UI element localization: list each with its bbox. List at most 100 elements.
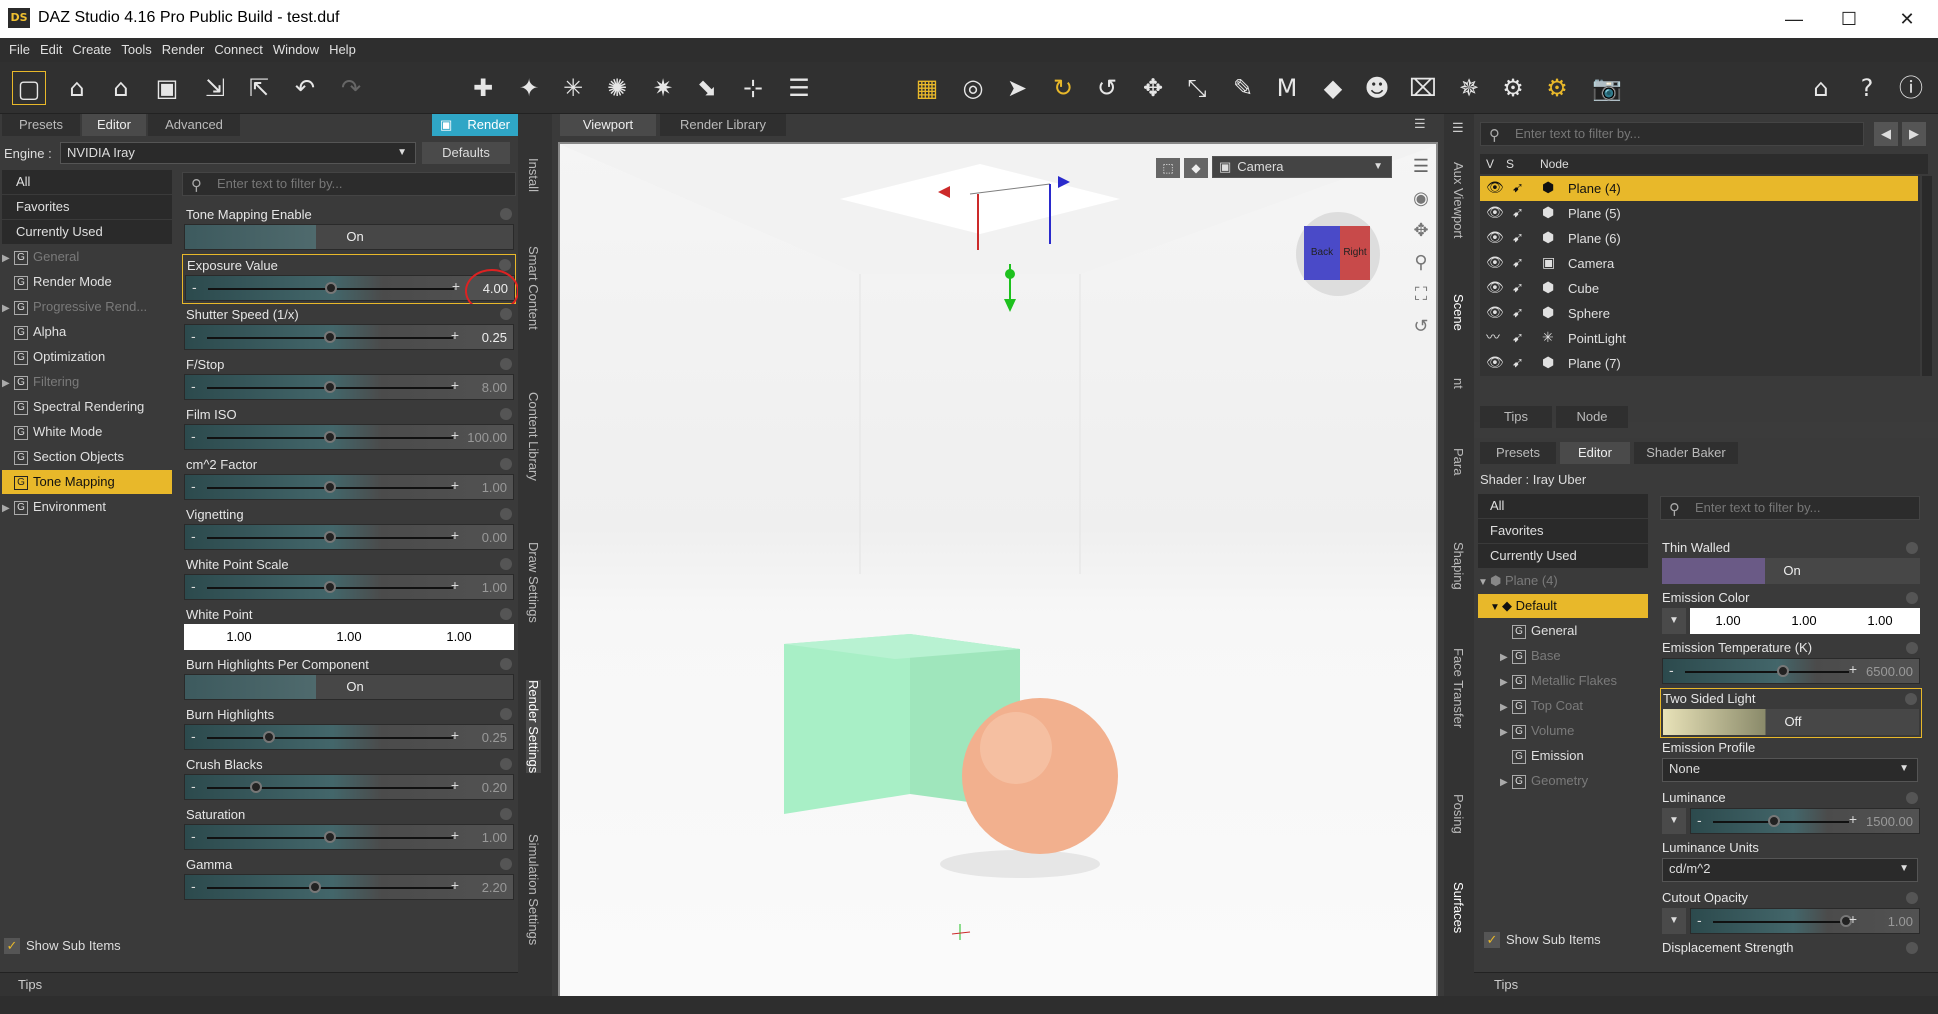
surface-group-geometry[interactable]: ▶ G Geometry	[1478, 769, 1648, 793]
back-arrow-icon[interactable]: ◀	[1874, 122, 1898, 146]
property-filter-input[interactable]: ⚲ Enter text to filter by...	[182, 172, 516, 196]
slider-knob[interactable]	[325, 282, 337, 294]
thin-walled-toggle[interactable]: On	[1662, 558, 1920, 584]
slider-knob[interactable]	[1777, 665, 1790, 677]
select-icon[interactable]: ➹	[1512, 226, 1524, 251]
slider-knob[interactable]	[1768, 815, 1781, 827]
side-tab-draw-settings[interactable]: Draw Settings	[526, 542, 541, 623]
gear-icon[interactable]	[500, 408, 512, 420]
surface-tree-default[interactable]: ▼ ◆ Default	[1478, 594, 1648, 618]
saturation-slider[interactable]: - +1.00	[184, 824, 514, 850]
close-icon[interactable]: ✕	[1887, 4, 1927, 34]
tab-tips[interactable]: Tips	[1480, 406, 1552, 428]
side-tab-content-library[interactable]: Content Library	[526, 392, 541, 481]
rotate-camera-icon[interactable]: ↻	[1046, 71, 1080, 105]
gear-icon[interactable]	[500, 358, 512, 370]
slider-knob[interactable]	[309, 881, 322, 893]
slider-knob[interactable]	[262, 731, 275, 743]
side-tab-smart-content[interactable]: Smart Content	[526, 246, 541, 330]
orbit-icon[interactable]: ◉	[1408, 188, 1434, 220]
cm2-factor-slider[interactable]: - +1.00	[184, 474, 514, 500]
table-row[interactable]: 👁 ➹ ⬢ Cube	[1480, 276, 1918, 301]
side-tab-scene[interactable]: Scene	[1451, 294, 1466, 331]
side-tab-install[interactable]: Install	[526, 158, 541, 192]
gear-icon[interactable]	[1906, 792, 1918, 804]
cube-face-right[interactable]: Right	[1340, 226, 1370, 280]
render-settings-icon[interactable]: ⚙	[1496, 71, 1530, 105]
view-cube[interactable]: Back Right	[1296, 212, 1380, 296]
gear-icon[interactable]	[1906, 542, 1918, 554]
camera-select[interactable]: ▣ Camera ▼	[1212, 156, 1392, 178]
zoom-icon[interactable]: ⚲	[1408, 252, 1434, 284]
create-null-icon[interactable]: ✚	[466, 71, 500, 105]
fstop-slider[interactable]: - +8.00	[184, 374, 514, 400]
emission-profile-select[interactable]: None ▼	[1662, 758, 1918, 782]
scale-icon[interactable]: ⤡	[1180, 71, 1214, 105]
category-general[interactable]: ▶ G General	[2, 245, 172, 269]
tab-presets[interactable]: Presets	[1480, 442, 1556, 464]
forward-arrow-icon[interactable]: ▶	[1902, 122, 1926, 146]
two-sided-light-toggle[interactable]: Off	[1663, 709, 1919, 735]
side-tab-surfaces[interactable]: Surfaces	[1451, 882, 1466, 933]
gear-icon[interactable]	[500, 758, 512, 770]
surface-selection-icon[interactable]: M	[1270, 71, 1304, 105]
chevron-down-icon[interactable]: ▼	[1662, 808, 1686, 834]
create-spotlight-icon[interactable]: ✦	[512, 71, 546, 105]
luminance-slider[interactable]: - +1500.00	[1690, 808, 1920, 834]
create-light-icon[interactable]: ✷	[646, 71, 680, 105]
burn-highlights-per-component-toggle[interactable]: On	[184, 674, 514, 700]
surface-group-top-coat[interactable]: ▶ G Top Coat	[1478, 694, 1648, 718]
category-render-mode[interactable]: G Render Mode	[2, 270, 172, 294]
menu-render[interactable]: Render	[157, 38, 210, 62]
eye-icon[interactable]: 〰	[1486, 326, 1500, 351]
chevron-down-icon[interactable]: ▼	[1662, 608, 1686, 634]
table-row[interactable]: 👁 ➹ ⬢ Plane (7)	[1480, 351, 1918, 376]
create-camera-icon[interactable]: ⬊	[690, 71, 724, 105]
panel-menu-icon[interactable]: ☰	[1414, 116, 1426, 132]
category-filtering[interactable]: ▶ G Filtering	[2, 370, 172, 394]
film-iso-slider[interactable]: - +100.00	[184, 424, 514, 450]
side-tab-aux-viewport[interactable]: Aux Viewport	[1451, 162, 1466, 238]
viewport-options-icon[interactable]: ☰	[1408, 156, 1434, 188]
gear-icon[interactable]	[500, 508, 512, 520]
menu-window[interactable]: Window	[268, 38, 324, 62]
white-point-scale-slider[interactable]: - +1.00	[184, 574, 514, 600]
table-row[interactable]: 👁 ➹ ⬢ Plane (5)	[1480, 201, 1918, 226]
gear-icon[interactable]	[500, 208, 512, 220]
figure-tool-icon[interactable]: ☻	[1360, 71, 1394, 105]
eye-icon[interactable]: 👁	[1486, 201, 1504, 226]
select-icon[interactable]: ➹	[1512, 351, 1524, 376]
gear-icon[interactable]	[1906, 942, 1918, 954]
surface-filter-input[interactable]: ⚲ Enter text to filter by...	[1660, 496, 1920, 520]
menu-tools[interactable]: Tools	[116, 38, 156, 62]
slider-knob[interactable]	[324, 581, 336, 593]
redo-icon[interactable]: ↷	[334, 71, 368, 105]
render-button[interactable]: ▣ Render	[432, 114, 518, 136]
new-scene-icon[interactable]: ▢	[12, 71, 46, 105]
eye-icon[interactable]: 👁	[1486, 301, 1504, 326]
save-icon[interactable]: ▣	[150, 71, 184, 105]
tab-editor[interactable]: Editor	[1560, 442, 1630, 464]
tab-shader-baker[interactable]: Shader Baker	[1634, 442, 1738, 464]
help-icon[interactable]: ⓘ	[1894, 71, 1928, 105]
eye-icon[interactable]: 👁	[1486, 226, 1504, 251]
universal-tool-icon[interactable]: ◎	[956, 71, 990, 105]
luminance-units-select[interactable]: cd/m^2 ▼	[1662, 858, 1918, 882]
category-currently-used[interactable]: Currently Used	[2, 220, 172, 244]
create-primitive-icon[interactable]: ⊹	[736, 71, 770, 105]
tab-render-library[interactable]: Render Library	[660, 114, 786, 136]
scene-filter-input[interactable]: ⚲ Enter text to filter by...	[1480, 122, 1864, 146]
daz-home-icon[interactable]: ⌂	[1804, 71, 1838, 105]
category-optimization[interactable]: G Optimization	[2, 345, 172, 369]
cube-face-back[interactable]: Back	[1304, 226, 1340, 280]
spot-render-icon[interactable]: ✵	[1452, 71, 1486, 105]
category-section-objects[interactable]: G Section Objects	[2, 445, 172, 469]
grid-icon[interactable]: ▦	[910, 71, 944, 105]
side-tab-render-settings[interactable]: Render Settings	[526, 680, 541, 774]
category-spectral-rendering[interactable]: G Spectral Rendering	[2, 395, 172, 419]
create-distant-light-icon[interactable]: ✺	[600, 71, 634, 105]
side-tab-face-transfer[interactable]: Face Transfer	[1451, 648, 1466, 728]
eye-icon[interactable]: 👁	[1486, 276, 1504, 301]
tab-viewport[interactable]: Viewport	[560, 114, 656, 136]
pan-icon[interactable]: ✥	[1408, 220, 1434, 252]
